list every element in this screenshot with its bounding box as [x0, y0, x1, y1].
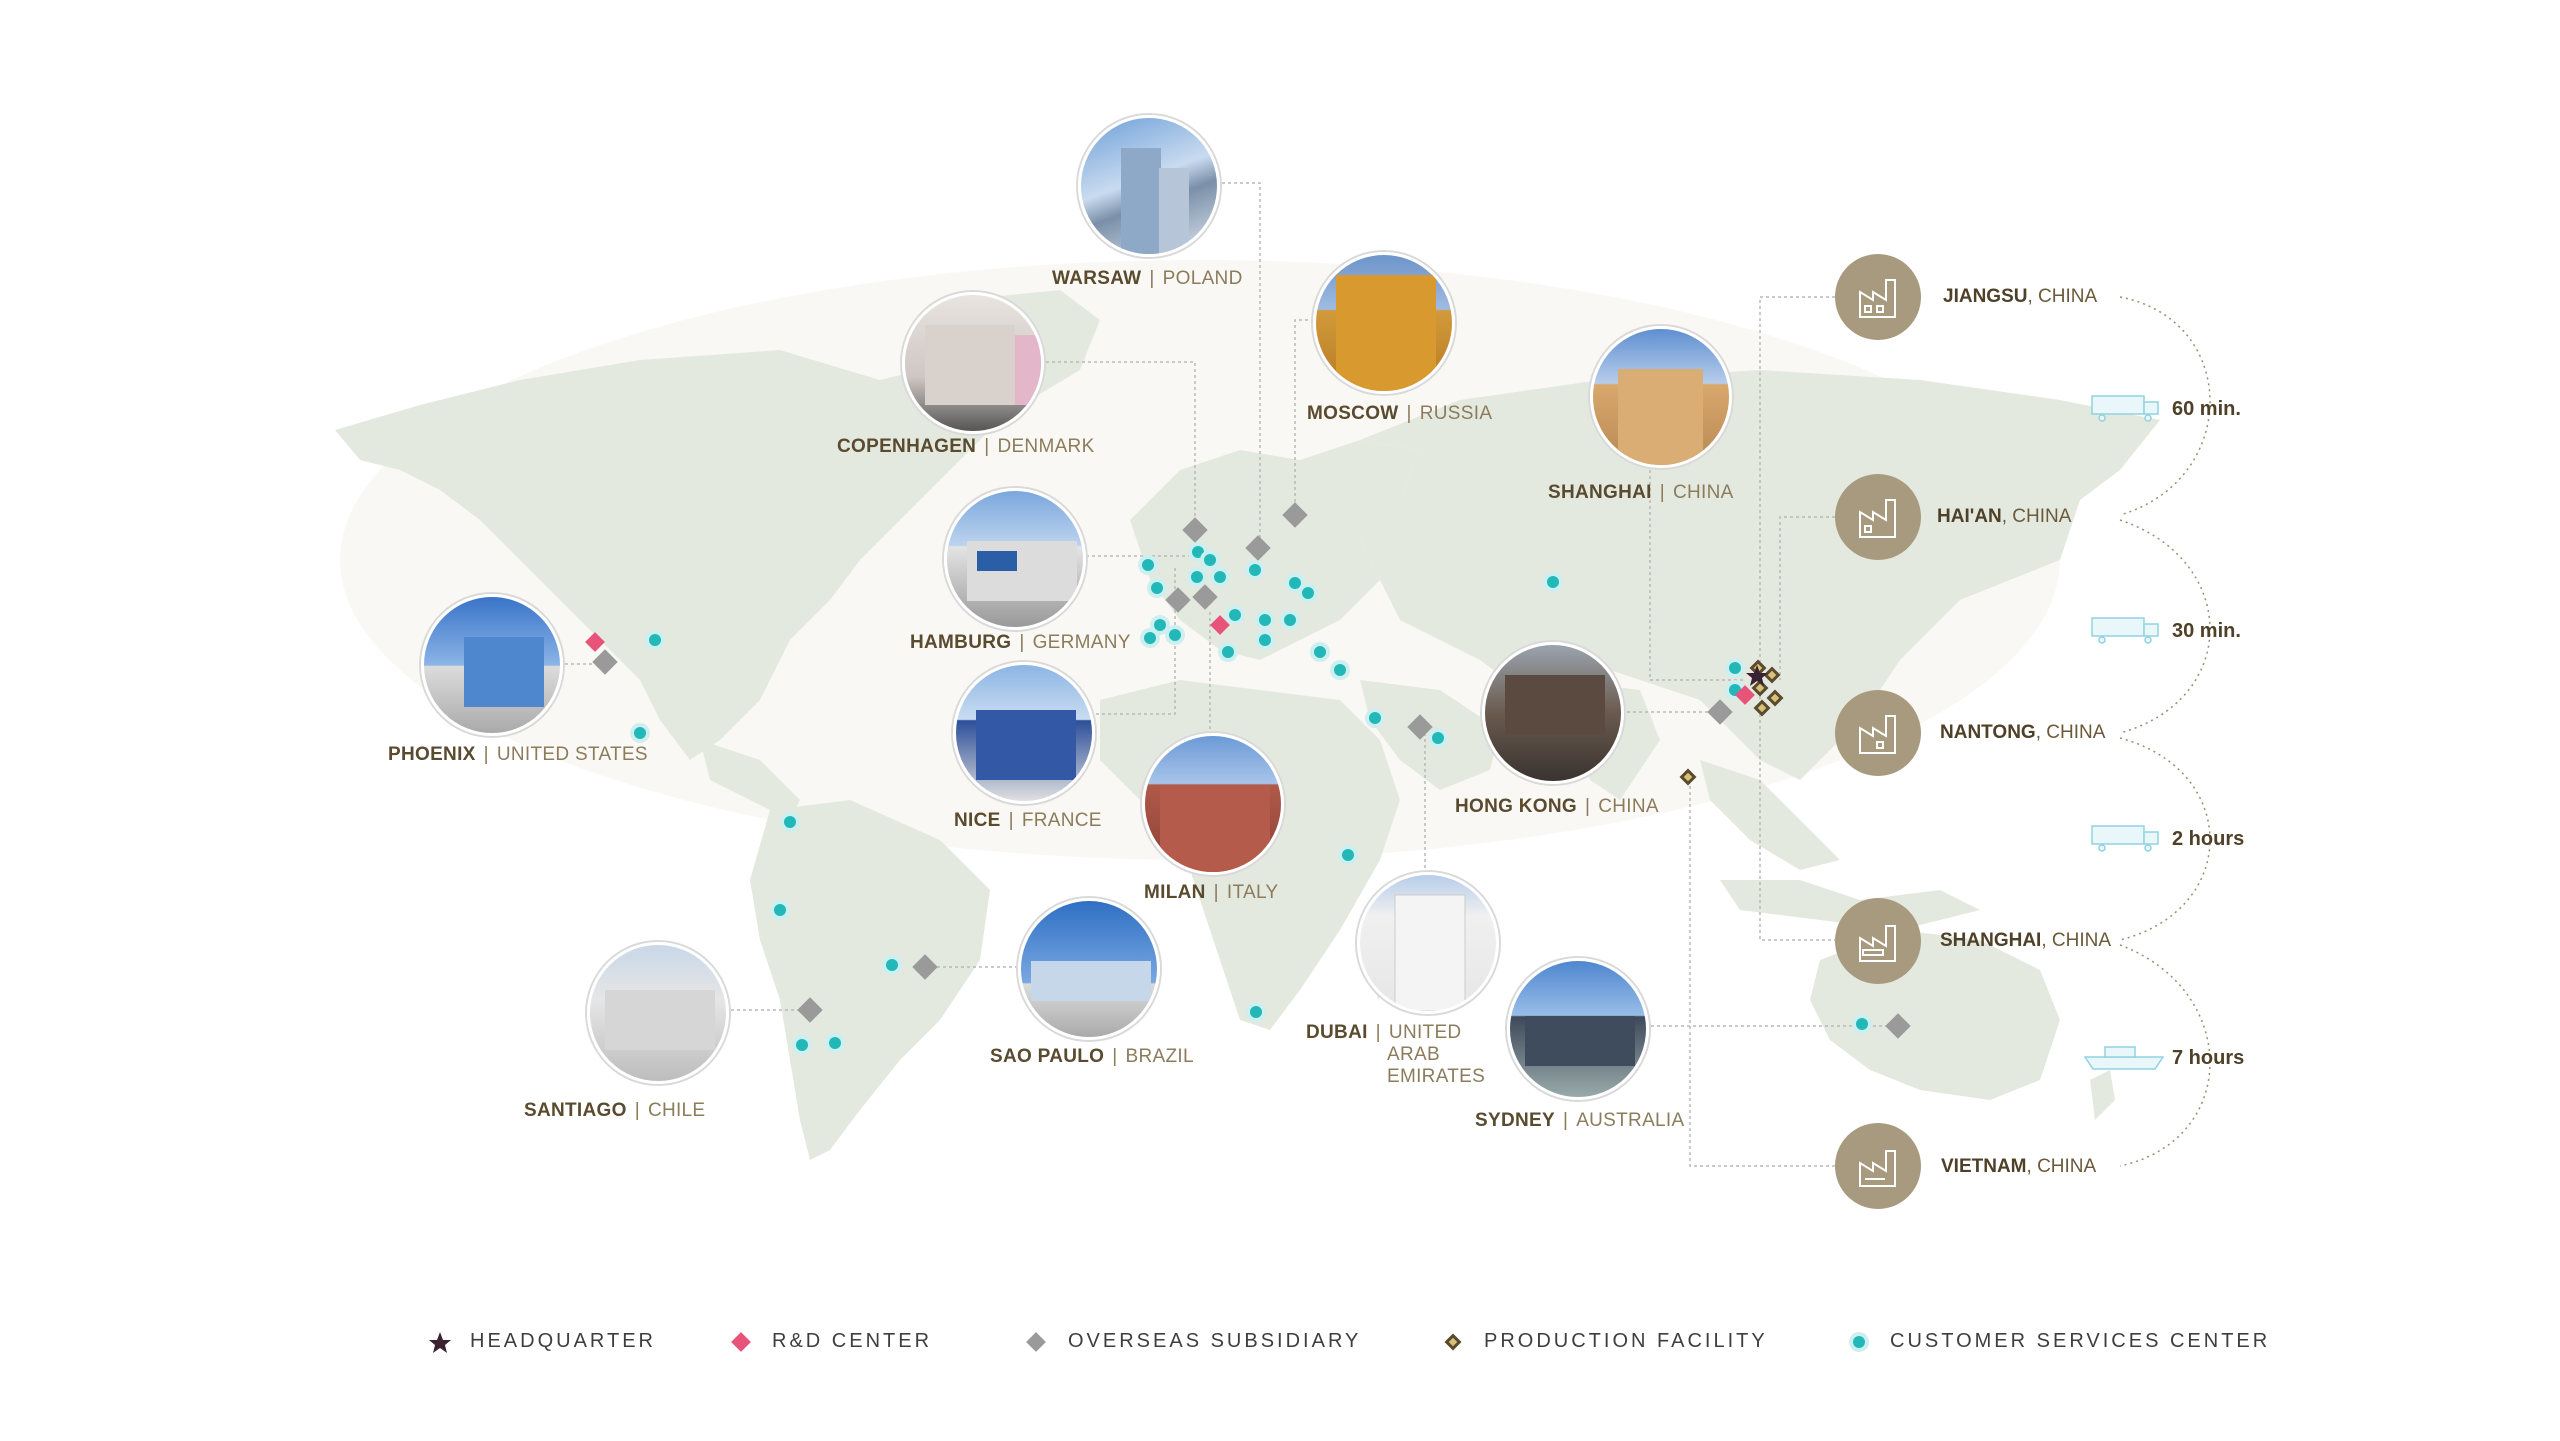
transit-3-duration: 2 hours	[2172, 828, 2245, 850]
customer-service-marker	[1342, 849, 1354, 861]
customer-service-marker	[1222, 646, 1234, 658]
headquarter-icon	[429, 1332, 451, 1353]
customer-service-marker	[796, 1039, 808, 1051]
customer-service-marker	[1249, 564, 1261, 576]
world-map	[335, 182, 2211, 1167]
customer-service-marker	[1547, 576, 1559, 588]
customer-service-marker	[1191, 571, 1203, 583]
photo-hamburg	[944, 488, 1086, 630]
customer-service-marker	[886, 959, 898, 971]
customer-service-marker	[1284, 614, 1296, 626]
label-sao-paulo: SAO PAULO | BRAZIL	[990, 1046, 1194, 1067]
label-shanghai: SHANGHAI | CHINA	[1548, 482, 1734, 503]
legend-customer-services: CUSTOMER SERVICES CENTER	[1890, 1330, 2271, 1352]
label-sydney: SYDNEY | AUSTRALIA	[1475, 1110, 1685, 1131]
factory-shanghai-icon	[1835, 898, 1921, 984]
photo-santiago	[587, 942, 729, 1084]
label-milan: MILAN | ITALY	[1144, 882, 1279, 903]
label-warsaw: WARSAW | POLAND	[1052, 268, 1243, 289]
factory-vietnam-icon	[1835, 1123, 1921, 1209]
factory-nantong-icon	[1835, 690, 1921, 776]
label-copenhagen: COPENHAGEN | DENMARK	[837, 436, 1095, 457]
customer-service-marker	[784, 816, 796, 828]
customer-service-marker	[1432, 732, 1444, 744]
photo-sao-paulo	[1018, 898, 1160, 1040]
photo-copenhagen	[902, 292, 1044, 434]
customer-service-marker	[1289, 577, 1301, 589]
photo-moscow	[1313, 252, 1455, 394]
customer-service-marker	[1169, 629, 1181, 641]
photo-nice	[953, 662, 1095, 804]
customer-service-marker	[1302, 587, 1314, 599]
label-dubai-line-3: EMIRATES	[1387, 1066, 1486, 1087]
customer-service-marker	[649, 634, 661, 646]
legend-production-facility: PRODUCTION FACILITY	[1484, 1330, 1768, 1352]
photo-dubai	[1357, 872, 1499, 1014]
label-moscow: MOSCOW | RUSSIA	[1307, 403, 1493, 424]
factory-label-jiangsu: JIANGSU, CHINA	[1943, 286, 2098, 307]
factory-label-shanghai: SHANGHAI, CHINA	[1940, 930, 2112, 951]
south-america	[750, 800, 990, 1160]
customer-service-marker	[1729, 662, 1741, 674]
label-dubai-line-2: ARAB	[1387, 1044, 1440, 1065]
photo-warsaw	[1078, 115, 1220, 257]
factory-label-vietnam: VIETNAM, CHINA	[1941, 1156, 2097, 1177]
customer-service-marker	[1154, 619, 1166, 631]
label-santiago: SANTIAGO | CHILE	[524, 1100, 706, 1121]
customer-service-marker	[1259, 614, 1271, 626]
label-nice: NICE | FRANCE	[954, 810, 1102, 831]
label-hong-kong: HONG KONG | CHINA	[1455, 796, 1659, 817]
factory-haian-icon	[1835, 474, 1921, 560]
photo-milan	[1142, 733, 1284, 875]
customer-service-marker	[1334, 664, 1346, 676]
customer-service-marker	[1144, 632, 1156, 644]
transit-4-duration: 7 hours	[2172, 1047, 2245, 1069]
customer-service-marker	[1214, 571, 1226, 583]
photo-hong-kong	[1482, 642, 1624, 784]
label-dubai: DUBAI | UNITED	[1306, 1022, 1462, 1043]
customer-service-marker	[1856, 1018, 1868, 1030]
photo-phoenix	[421, 594, 563, 736]
new-zealand	[2090, 1070, 2115, 1120]
customer-service-marker	[1259, 634, 1271, 646]
label-phoenix: PHOENIX | UNITED STATES	[388, 744, 648, 765]
rd-center-icon	[731, 1332, 751, 1352]
transit-1-duration: 60 min.	[2172, 398, 2241, 420]
customer-service-marker	[774, 904, 786, 916]
customer-services-icon	[1849, 1332, 1869, 1352]
customer-service-marker	[1142, 559, 1154, 571]
factory-label-haian: HAI'AN, CHINA	[1937, 506, 2072, 527]
production-facility-icon	[1444, 1333, 1462, 1351]
transit-2-duration: 30 min.	[2172, 620, 2241, 642]
customer-service-marker	[1229, 609, 1241, 621]
factory-label-nantong: NANTONG, CHINA	[1940, 722, 2106, 743]
photo-sydney	[1507, 958, 1649, 1100]
customer-service-marker	[1369, 712, 1381, 724]
photo-shanghai	[1590, 326, 1732, 468]
legend-overseas-subsidiary: OVERSEAS SUBSIDIARY	[1068, 1330, 1362, 1352]
overseas-subsidiary-icon	[1026, 1332, 1046, 1352]
factory-jiangsu-icon	[1835, 254, 1921, 340]
legend-rd-center: R&D CENTER	[772, 1330, 933, 1352]
legend-headquarter: HEADQUARTER	[470, 1330, 656, 1352]
customer-service-marker	[1204, 554, 1216, 566]
label-hamburg: HAMBURG | GERMANY	[910, 632, 1131, 653]
customer-service-marker	[829, 1037, 841, 1049]
customer-service-marker	[1250, 1006, 1262, 1018]
customer-service-marker	[1314, 646, 1326, 658]
customer-service-marker	[634, 727, 646, 739]
customer-service-marker	[1151, 582, 1163, 594]
